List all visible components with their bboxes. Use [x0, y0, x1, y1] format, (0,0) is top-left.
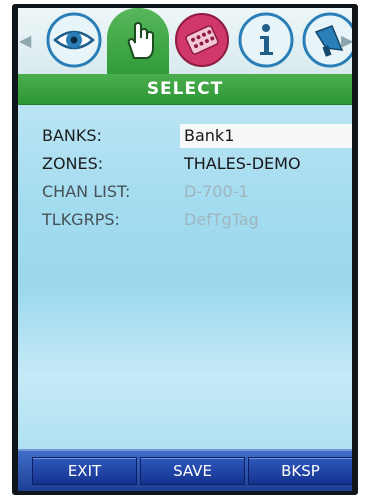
save-button[interactable]: SAVE	[140, 457, 245, 485]
title-bar: SELECT	[18, 74, 352, 105]
talkgroups-label: TLKGRPS:	[42, 210, 120, 229]
chan-list-value[interactable]: D-700-1	[184, 182, 249, 201]
banks-label: BANKS:	[42, 126, 102, 145]
eye-icon[interactable]	[46, 12, 102, 68]
icon-tab-bar: ◀ ▶	[18, 8, 352, 78]
info-icon[interactable]	[238, 12, 294, 68]
scroll-right-arrow-icon[interactable]: ▶	[341, 30, 352, 52]
scroll-left-arrow-icon[interactable]: ◀	[19, 30, 31, 52]
zones-label: ZONES:	[42, 154, 104, 173]
softkey-bar: EXIT SAVE BKSP	[18, 449, 352, 491]
keypad-icon[interactable]	[174, 12, 230, 68]
device-bezel: ◀ ▶ SELECT BANKS: Bank1 ZONES: THALES-DE…	[0, 0, 366, 499]
hand-icon[interactable]	[110, 12, 166, 68]
talkgroups-value[interactable]: DefTgTag	[184, 210, 259, 229]
banks-value[interactable]: Bank1	[180, 124, 352, 148]
display-area: ◀ ▶ SELECT BANKS: Bank1 ZONES: THALES-DE…	[18, 8, 352, 491]
chan-list-label: CHAN LIST:	[42, 182, 131, 201]
zones-value[interactable]: THALES-DEMO	[184, 154, 301, 173]
exit-button[interactable]: EXIT	[32, 457, 137, 485]
device-screen: ◀ ▶ SELECT BANKS: Bank1 ZONES: THALES-DE…	[12, 4, 358, 495]
page-title: SELECT	[146, 79, 224, 99]
backspace-button[interactable]: BKSP	[248, 457, 352, 485]
